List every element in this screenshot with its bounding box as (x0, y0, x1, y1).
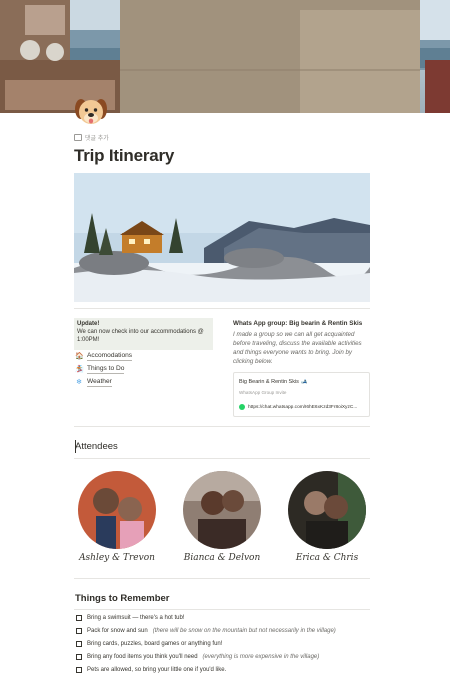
checklist-heading[interactable]: Things to Remember (75, 593, 170, 604)
link-label: Accomodations (87, 352, 133, 361)
link-accomodations[interactable]: 🏠 Accomodations (75, 352, 133, 361)
link-weather[interactable]: ❄ Weather (75, 378, 112, 387)
comment-icon (74, 134, 82, 141)
heading-underline (74, 458, 370, 459)
todo-text: Bring cards, puzzles, board games or any… (87, 641, 223, 647)
snowflake-icon: ❄ (76, 378, 82, 386)
whatsapp-icon (239, 404, 245, 410)
attendee-caption-2: Bianca & Delvon (183, 553, 261, 563)
update-callout: Update! We can now check into our accomm… (74, 318, 213, 350)
section-divider (74, 578, 370, 579)
dog-face-icon[interactable] (74, 95, 108, 129)
callout-heading: Update! (77, 321, 100, 327)
bookmark-link[interactable]: https://chat.whatsapp.com/I6hE6xKzd3Fr8o… (239, 404, 357, 410)
heading-underline (74, 609, 370, 610)
whatsapp-bookmark[interactable]: Big Bearin & Rentin Skis 🎿 WhatsApp Grou… (233, 372, 370, 417)
todo-text: Bring any food items you think you'll ne… (87, 654, 198, 660)
bookmark-url: https://chat.whatsapp.com/I6hE6xKzd3Fr8o… (248, 404, 358, 410)
house-icon: 🏠 (75, 352, 84, 360)
link-things-to-do[interactable]: 🏂 Things to Do (75, 365, 125, 374)
attendees-heading[interactable]: Attendees (75, 441, 118, 452)
todo-text: Bring a swimsuit — there's a hot tub! (87, 615, 185, 621)
todo-item[interactable]: Bring a swimsuit — there's a hot tub! (76, 615, 185, 621)
add-comment-button[interactable]: 댓글 추가 (74, 133, 109, 142)
hero-image[interactable] (74, 173, 370, 302)
checkbox[interactable] (76, 654, 82, 660)
page-title[interactable]: Trip Itinerary (74, 146, 174, 166)
whatsapp-description: I made a group so we can all get acquain… (233, 331, 362, 365)
checkbox[interactable] (76, 628, 82, 634)
callout-body: We can now check into our accommodations… (77, 329, 204, 343)
todo-text: Pack for snow and sun (87, 628, 148, 634)
todo-note: (there will be snow on the mountain but … (152, 628, 336, 634)
attendee-photo-2[interactable] (183, 471, 261, 549)
cover-image[interactable] (0, 0, 450, 113)
todo-item[interactable]: Pack for snow and sun (there will be sno… (76, 628, 336, 634)
attendee-caption-1: Ashley & Trevon (79, 553, 155, 563)
bookmark-title: Big Bearin & Rentin Skis 🎿 (239, 379, 308, 385)
attendee-photo-3[interactable] (288, 471, 366, 549)
snowboarder-icon: 🏂 (75, 365, 84, 373)
todo-text: Pets are allowed, so bring your little o… (87, 667, 227, 673)
link-label: Things to Do (87, 365, 125, 374)
section-divider (74, 308, 370, 309)
checkbox[interactable] (76, 615, 82, 621)
todo-item[interactable]: Bring cards, puzzles, board games or any… (76, 641, 222, 647)
link-label: Weather (87, 378, 112, 387)
checkbox[interactable] (76, 667, 82, 673)
section-divider (74, 426, 370, 427)
attendee-caption-3: Erica & Chris (295, 553, 359, 563)
todo-item[interactable]: Pets are allowed, so bring your little o… (76, 667, 226, 673)
add-comment-label: 댓글 추가 (85, 136, 109, 142)
attendee-photo-1[interactable] (78, 471, 156, 549)
todo-item[interactable]: Bring any food items you think you'll ne… (76, 654, 319, 660)
todo-note: (everything is more expensive in the vil… (202, 654, 320, 660)
checkbox[interactable] (76, 641, 82, 647)
bookmark-subtitle: WhatsApp Group Invite (239, 390, 287, 395)
whatsapp-heading: Whats App group: Big bearin & Rentin Ski… (233, 320, 363, 327)
